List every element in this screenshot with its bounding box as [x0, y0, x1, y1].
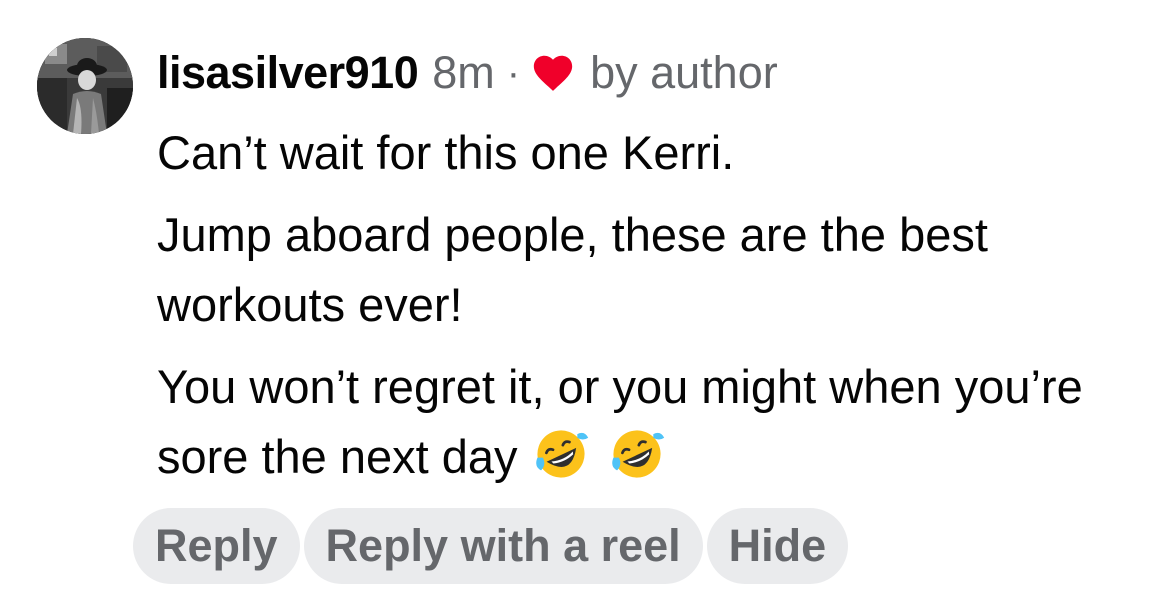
separator-dot: ·: [506, 50, 521, 95]
reply-with-reel-button[interactable]: Reply with a reel: [303, 508, 703, 584]
avatar[interactable]: [37, 38, 133, 134]
heart-icon: [530, 50, 576, 96]
comment-paragraph: Jump aboard people, these are the best w…: [157, 208, 988, 331]
comment: lisasilver910 8m · by author Can’t wait …: [0, 0, 1176, 609]
comment-paragraph: Can’t wait for this one Kerri.: [157, 126, 735, 179]
author-reaction-label: by author: [590, 47, 778, 98]
avatar-image: [37, 38, 133, 134]
hide-button[interactable]: Hide: [706, 508, 849, 584]
comment-actions: Reply Reply with a reel Hide: [133, 508, 849, 584]
username-link[interactable]: lisasilver910: [157, 47, 419, 99]
comment-body: Can’t wait for this one Kerri. Jump aboa…: [157, 118, 1167, 504]
comment-header: lisasilver910 8m · by author: [157, 40, 778, 106]
rolling-on-floor-laughing-emoji-icon: [532, 425, 590, 483]
comment-paragraph-last: You won’t regret it, or you might when y…: [157, 352, 1167, 492]
timestamp[interactable]: 8m: [432, 47, 495, 99]
reply-button[interactable]: Reply: [133, 508, 300, 584]
rolling-on-floor-laughing-emoji-icon: [608, 425, 666, 483]
